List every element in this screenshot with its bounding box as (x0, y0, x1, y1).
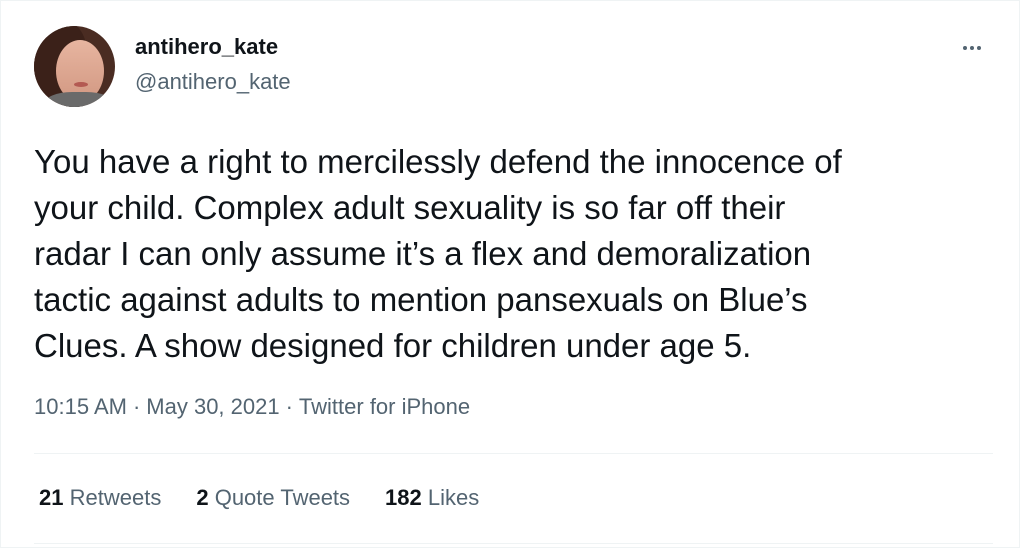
more-dot (963, 46, 967, 50)
more-horizontal-icon[interactable] (955, 37, 989, 59)
avatar-lips (74, 82, 88, 87)
retweets-label: Retweets (69, 485, 162, 510)
meta-separator: · (132, 394, 141, 419)
quote-tweets-label: Quote Tweets (214, 485, 351, 510)
tweet-meta: 10:15 AM · May 30, 2021 · Twitter for iPhone (34, 394, 470, 420)
tweet-text: You have a right to mercilessly defend t… (34, 143, 842, 364)
tweet-stats: 21 Retweets 2 Quote Tweets 182 Likes (39, 485, 479, 511)
retweets-count: 21 (39, 485, 64, 510)
avatar[interactable] (34, 26, 115, 107)
divider (34, 543, 993, 544)
likes-stat[interactable]: 182 Likes (385, 485, 479, 511)
tweet-time[interactable]: 10:15 AM (34, 394, 127, 419)
tweet-card: antihero_kate @antihero_kate You have a … (0, 0, 1020, 548)
user-handle[interactable]: @antihero_kate (135, 69, 291, 95)
avatar-shirt (44, 92, 114, 107)
divider (34, 453, 993, 454)
more-dot (977, 46, 981, 50)
display-name[interactable]: antihero_kate (135, 34, 278, 60)
tweet-source[interactable]: Twitter for iPhone (299, 394, 470, 419)
meta-separator: · (285, 394, 293, 419)
tweet-date[interactable]: May 30, 2021 (146, 394, 279, 419)
quote-tweets-stat[interactable]: 2 Quote Tweets (196, 485, 350, 511)
likes-count: 182 (385, 485, 422, 510)
quote-tweets-count: 2 (196, 485, 209, 510)
retweets-stat[interactable]: 21 Retweets (39, 485, 161, 511)
likes-label: Likes (427, 485, 480, 510)
more-dot (970, 46, 974, 50)
